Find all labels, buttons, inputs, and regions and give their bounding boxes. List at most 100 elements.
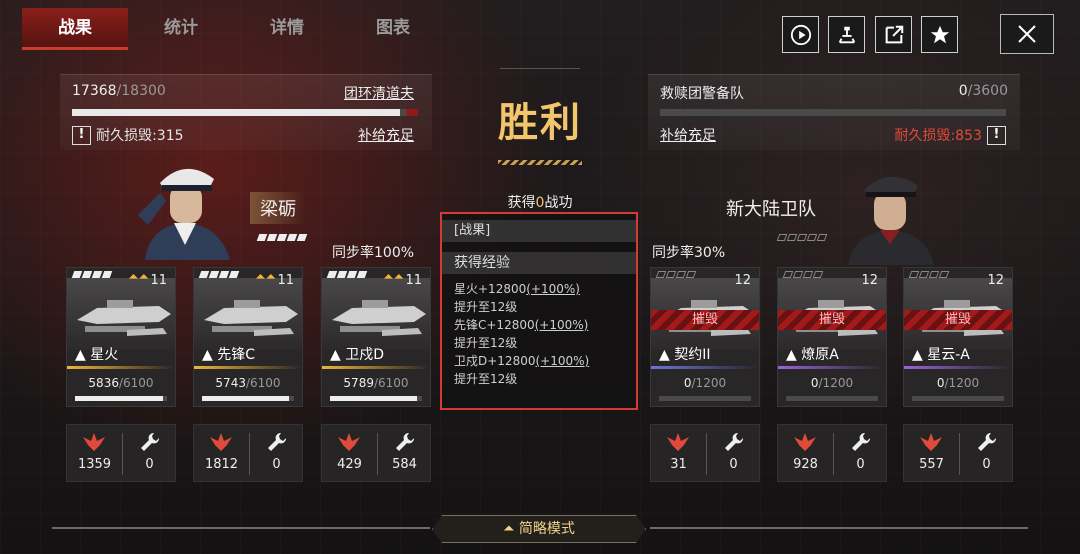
wrench-icon	[725, 432, 744, 451]
enemy-commander-portrait[interactable]	[840, 160, 940, 265]
experience-list: 星火+12800(+100%) 提升至12级 先锋C+12800(+100%) 提升至…	[442, 280, 636, 388]
ship-level: 12	[987, 273, 1004, 288]
damage-value: 429	[337, 457, 362, 472]
ship-card[interactable]: ⏶⏶ 11 ▲ 卫戍D 5789/6100	[321, 267, 431, 407]
ship-rank-pips	[908, 270, 950, 281]
ship-hp-bar	[75, 396, 167, 401]
damage-icon	[667, 433, 689, 451]
right-fleet-supply: 补给充足	[660, 128, 716, 144]
repair-value: 0	[272, 457, 281, 472]
alert-icon: !	[72, 126, 91, 145]
tab-results[interactable]: 战果	[22, 8, 128, 50]
enemy-commander-avatar	[848, 176, 934, 265]
ship-image	[332, 300, 426, 336]
favorite-button[interactable]	[921, 16, 958, 53]
export-button[interactable]	[875, 16, 912, 53]
damage-value: 1359	[77, 457, 112, 472]
ship-hp: 5836/6100	[88, 376, 154, 390]
ship-card[interactable]: ⏶⏶ 11 ▲ 星火 5836/6100	[66, 267, 176, 407]
experience-section-title: 获得经验	[442, 252, 636, 274]
tab-charts[interactable]: 图表	[340, 8, 446, 50]
right-commander-rank	[776, 226, 828, 245]
ship-rarity-band	[194, 366, 302, 369]
ship-name: ▲ 星火	[75, 347, 119, 363]
left-fleet-name[interactable]: 团环清道夫	[344, 83, 414, 103]
ship-damage-stats: 31 0	[650, 424, 760, 482]
ship-hp-bar	[659, 396, 751, 401]
damage-value: 1812	[204, 457, 239, 472]
experience-line: 先锋C+12800(+100%)	[454, 318, 589, 332]
merit-gain: 获得0战功	[507, 195, 573, 211]
damage-icon	[210, 433, 232, 451]
ship-rank-pips	[198, 270, 240, 281]
damage-icon	[920, 433, 942, 451]
ship-name: ▲ 契约II	[659, 347, 711, 363]
close-button[interactable]	[1000, 14, 1054, 54]
ship-damage-stats: 1812 0	[193, 424, 303, 482]
ship-hp-bar	[330, 396, 422, 401]
ship-card[interactable]: 12 摧毁 ▲ 燎原A 0/1200	[777, 267, 887, 407]
rank-chevron-icon: ⏶⏶	[255, 270, 276, 285]
ship-hp: 0/1200	[683, 376, 727, 390]
tab-details[interactable]: 详情	[234, 8, 340, 50]
ship-class-icon: ▲	[330, 347, 346, 363]
ship-hp: 5743/6100	[215, 376, 281, 390]
wrench-icon	[852, 432, 871, 451]
left-sync-rate: 同步率100%	[332, 245, 415, 261]
brief-mode-button[interactable]: ⏶ 简略模式	[432, 515, 646, 543]
replay-button[interactable]	[782, 16, 819, 53]
share-button[interactable]	[828, 16, 865, 53]
ship-rarity-band	[904, 366, 1012, 369]
ship-rarity-band	[778, 366, 886, 369]
repair-value: 0	[856, 457, 865, 472]
ship-image	[204, 300, 298, 336]
ship-card[interactable]: ⏶⏶ 11 ▲ 先锋C 5743/6100	[193, 267, 303, 407]
ship-damage-stats: 928 0	[777, 424, 887, 482]
ship-hp-bar	[786, 396, 878, 401]
damage-icon	[338, 433, 360, 451]
ship-hp: 5789/6100	[343, 376, 409, 390]
ship-damage-stats: 557 0	[903, 424, 1013, 482]
ship-hp: 0/1200	[936, 376, 980, 390]
damage-value: 928	[793, 457, 818, 472]
repair-value: 0	[145, 457, 154, 472]
tab-statistics[interactable]: 统计	[128, 8, 234, 50]
destroyed-banner: 摧毁	[904, 310, 1012, 330]
ship-image-frame	[67, 278, 175, 350]
rank-chevron-icon: ⏶⏶	[128, 270, 149, 285]
left-fleet-panel: 17368/18300 团环清道夫 ! 耐久损毁:315 补给充足	[60, 74, 432, 150]
left-fleet-durability: 17368/18300	[72, 83, 166, 99]
rank-chevron-icon: ⏶⏶	[383, 270, 404, 285]
repair-value: 0	[729, 457, 738, 472]
commander-avatar	[138, 168, 230, 260]
ship-card[interactable]: 12 摧毁 ▲ 星云-A 0/1200	[903, 267, 1013, 407]
commander-portrait[interactable]	[130, 155, 240, 260]
destroyed-banner: 摧毁	[778, 310, 886, 330]
damage-value: 31	[670, 457, 687, 472]
ship-image-frame	[322, 278, 430, 350]
destroyed-banner: 摧毁	[651, 310, 759, 330]
ship-hp-bar	[202, 396, 294, 401]
ship-card[interactable]: 12 摧毁 ▲ 契约II 0/1200	[650, 267, 760, 407]
ship-level: 11	[277, 273, 294, 288]
ship-rank-pips	[782, 270, 824, 281]
left-commander-rank	[256, 226, 308, 245]
damage-icon	[794, 433, 816, 451]
battle-result-box: [战果] 获得经验 星火+12800(+100%) 提升至12级 先锋C+12800…	[440, 212, 638, 410]
ship-class-icon: ▲	[912, 347, 928, 363]
experience-line: 提升至12级	[454, 336, 518, 350]
ship-image	[77, 300, 171, 336]
victory-underline	[498, 160, 582, 165]
right-sync-rate: 同步率30%	[652, 245, 726, 261]
tab-bar: 战果 统计 详情 图表	[22, 8, 446, 50]
footer-line-right	[650, 527, 1028, 529]
ship-rarity-band	[651, 366, 759, 369]
ship-class-icon: ▲	[659, 347, 675, 363]
result-section-title: [战果]	[442, 220, 636, 242]
ship-level: 12	[861, 273, 878, 288]
right-fleet-durability: 0/3600	[958, 83, 1008, 99]
ship-name: ▲ 星云-A	[912, 347, 970, 363]
right-commander-name: 新大陆卫队	[726, 199, 816, 220]
wrench-icon	[268, 432, 287, 451]
ship-class-icon: ▲	[75, 347, 91, 363]
